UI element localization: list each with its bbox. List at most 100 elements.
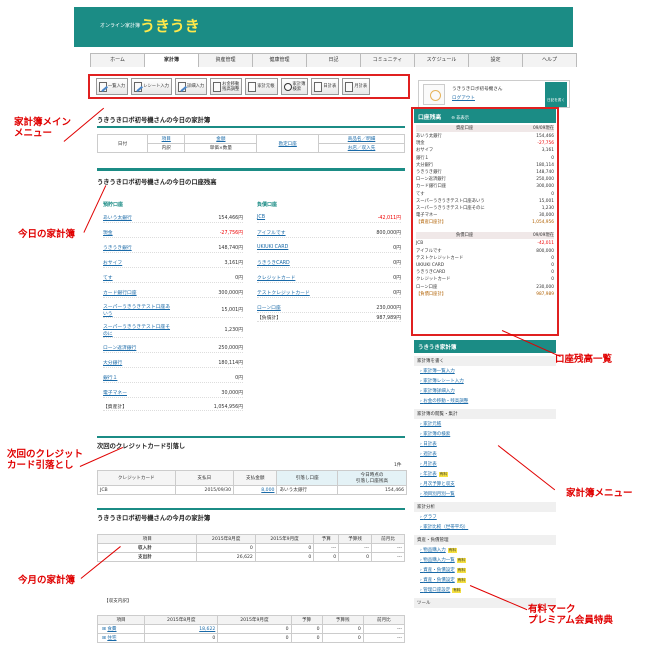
row-value: ---	[338, 543, 373, 553]
menu-item[interactable]: › 家計簿レシート入力	[414, 376, 556, 386]
deposit-name[interactable]: スーパーうきうきテスト口座あいう	[103, 303, 173, 317]
col-amount[interactable]: 金額	[184, 134, 258, 144]
panel-row-name: あいう太銀行	[416, 134, 442, 139]
row-label[interactable]: ⊞ 住宅	[96, 633, 146, 643]
debt-header: 負債口座	[257, 202, 278, 208]
col-store2[interactable]: お店／収入先	[318, 143, 405, 153]
tab-2[interactable]: 資産管理	[198, 53, 253, 67]
deposit-name[interactable]: 大分銀行	[103, 359, 122, 366]
menu-item[interactable]: › 週計表	[414, 449, 556, 459]
table-header: 2015年9月度	[217, 615, 292, 625]
menu-item[interactable]: › 物品購入力一覧 有料	[414, 555, 556, 565]
tab-6[interactable]: スケジュール	[414, 53, 469, 67]
menu-item[interactable]: › 月次予算と収支	[414, 479, 556, 489]
deposit-name[interactable]: おサイフ	[103, 259, 122, 266]
deposit-name[interactable]: てす	[103, 274, 113, 281]
menu-category: 家計簿の閲覧・集計	[414, 409, 556, 419]
deposit-row: スーパーうきうきテスト口座あいう 15,001円	[103, 302, 243, 318]
user-box: うきうきロボ初号機さん ログアウト 日記を書く	[418, 80, 570, 108]
panel-row: ローン返済銀行 250,000	[416, 176, 554, 183]
credit-table: クレジットカード 支払日 支払金額 引落し口座 今日時点の 引落し口座残高 JCB 2015…	[97, 470, 408, 495]
menu-item-text: 管理口座設定	[423, 588, 451, 593]
toolbar-button-4[interactable]: 家計元帳	[245, 78, 278, 95]
panel-row-value: 800,000	[536, 248, 554, 254]
table-header: 2015年9月度	[254, 534, 315, 544]
tab-1[interactable]: 家計簿	[144, 53, 199, 67]
month-grid: 項目 2015年8月度 2015年9月度 予算 予算残 前月比 収入計 0 0 --- --- ---…	[96, 534, 405, 562]
toolbar-button-2[interactable]: 詳細入力	[174, 78, 208, 95]
credit-cell[interactable]: 8,000	[233, 485, 278, 495]
menu-item[interactable]: › 家計比較（世帯平均）	[414, 522, 556, 532]
deposit-name[interactable]: ローン返済銀行	[103, 344, 136, 351]
toolbar-button-0[interactable]: 一覧入力	[96, 78, 129, 95]
col-store[interactable]: 商品名／明細	[318, 134, 405, 144]
site-logo[interactable]: うきうき	[140, 15, 200, 36]
menu-item[interactable]: › 資産・負債設定 有料	[414, 565, 556, 575]
tab-8[interactable]: ヘルプ	[522, 53, 577, 67]
debt-name[interactable]: ローン口座	[257, 304, 281, 311]
tab-4[interactable]: 日記	[306, 53, 361, 67]
toolbar-button-6[interactable]: 日計表	[311, 78, 340, 95]
kakeibo-main-menu: 一覧入力 レシート入力 詳細入力 お金移動 残高調整 家計元帳 家計簿 検索 日計表 月計表	[88, 74, 410, 99]
toolbar-button-7[interactable]: 月計表	[342, 78, 371, 95]
debt-name[interactable]: JCB	[257, 215, 265, 220]
menu-item[interactable]: › 家計元帳	[414, 419, 556, 429]
toolbar-button-1[interactable]: レシート入力	[131, 78, 172, 95]
row-value: 18,622	[144, 624, 219, 634]
debt-name[interactable]: テストクレジットカード	[257, 289, 310, 296]
panel-row: カード銀行口座 300,000	[416, 183, 554, 190]
menu-item[interactable]: › 月計表	[414, 459, 556, 469]
toolbar-button-3[interactable]: お金移動 残高調整	[210, 78, 243, 95]
tab-5[interactable]: コミュニティ	[360, 53, 415, 67]
menu-item[interactable]: › 家計簿詳細入力	[414, 386, 556, 396]
menu-item[interactable]: › 資産・負債設定 有料	[414, 575, 556, 585]
debt-name[interactable]: アイフルです	[257, 229, 286, 236]
debt-row: うきうきCARD 0円	[257, 257, 401, 268]
menu-item[interactable]: › グラフ	[414, 512, 556, 522]
panel-row-name: おサイフ	[416, 148, 434, 154]
row-label-text[interactable]: 住宅	[107, 636, 116, 641]
deposit-name[interactable]: 銀行１	[103, 374, 117, 381]
today-book-title: うきうきロボ初号機さんの今日の家計簿	[97, 117, 211, 124]
row-value: 0	[338, 552, 373, 562]
deposit-name[interactable]: スーパーうきうきテスト口座そのに	[103, 323, 173, 337]
menu-item[interactable]: › 家計簿の検索	[414, 429, 556, 439]
row-label-text[interactable]: 食費	[107, 627, 116, 632]
menu-item[interactable]: › 物品購入力 有料	[414, 545, 556, 555]
col-item[interactable]: 項目	[146, 134, 186, 144]
tab-3[interactable]: 健康管理	[252, 53, 307, 67]
debt-name[interactable]: クレジットカード	[257, 274, 295, 281]
tab-0[interactable]: ホーム	[90, 53, 145, 67]
credit-header: 引落し口座	[276, 470, 338, 486]
deposit-name[interactable]: うきうき銀行	[103, 244, 132, 251]
deposit-name[interactable]: あいう太銀行	[103, 214, 132, 221]
deposit-name[interactable]: 電子マネー	[103, 389, 127, 396]
toggle-button[interactable]: ⊖ 非表示	[451, 116, 469, 121]
menu-item[interactable]: › お金の移動・残高調整	[414, 396, 556, 406]
menu-item[interactable]: › 家計簿一覧入力	[414, 366, 556, 376]
credit-cell: 154,466	[336, 485, 408, 495]
menu-item[interactable]: › 日計表	[414, 439, 556, 449]
panel-row: うきうき銀行 148,740	[416, 169, 554, 176]
debt-name[interactable]: UKIUKI CARD	[257, 245, 288, 250]
panel-row: テストクレジットカード 0	[416, 255, 554, 262]
tab-7[interactable]: 設定	[468, 53, 523, 67]
diary-button[interactable]: 日記を書く	[545, 82, 567, 107]
toolbar-button-5[interactable]: 家計簿 検索	[280, 78, 309, 95]
menu-item[interactable]: › 管理口座設定 有料	[414, 585, 556, 595]
debt-row: JCB -42,011円	[257, 212, 401, 223]
panel-row-value: 0	[551, 191, 554, 197]
menu-item-text: 家計簿一覧入力	[423, 369, 455, 374]
deposit-name[interactable]: カード銀行口座	[103, 289, 137, 296]
credit-header: 支払金額	[233, 470, 278, 486]
logout-link[interactable]: ログアウト	[452, 95, 475, 101]
col-deposit[interactable]: 勘定口座	[256, 134, 320, 153]
menu-item[interactable]: › 項目別月別一覧	[414, 489, 556, 499]
debt-value: 0円	[393, 275, 401, 281]
deposit-name[interactable]: 現金	[103, 229, 113, 236]
debt-name[interactable]: うきうきCARD	[257, 259, 290, 266]
menu-item-text: 家計比較（世帯平均）	[423, 525, 469, 530]
menu-item-text: 資産・負債設定	[423, 578, 455, 583]
deposit-value: 154,466円	[218, 215, 243, 221]
row-label[interactable]: ⊞ 食費	[96, 624, 146, 634]
